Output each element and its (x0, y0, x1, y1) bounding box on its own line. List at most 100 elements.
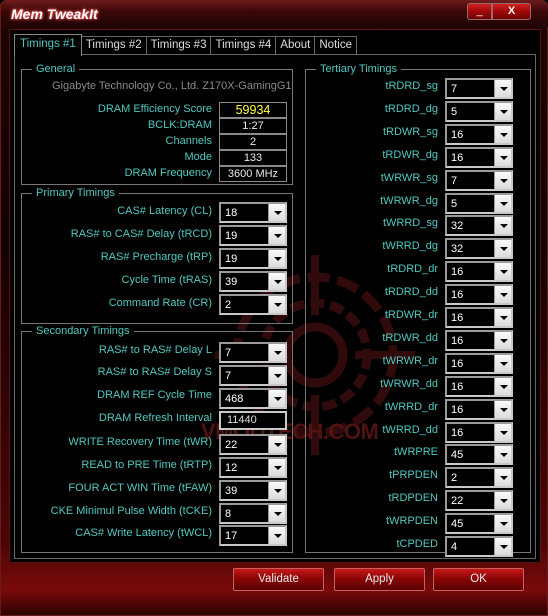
rrd-s-label: RAS# to RAS# Delay S (97, 366, 212, 378)
cas-latency-dropdown[interactable]: 18 (219, 202, 287, 223)
chevron-down-icon[interactable] (494, 446, 511, 464)
chevron-down-icon[interactable] (268, 482, 285, 499)
chevron-down-icon[interactable] (494, 263, 511, 281)
tertiary-timing-dropdown[interactable]: 16 (445, 398, 513, 420)
tertiary-timing-dropdown[interactable]: 32 (445, 215, 513, 237)
secondary-row: RAS# to RAS# Delay S (22, 363, 212, 383)
tertiary-timing-label: tCPDED (396, 538, 438, 550)
tab-timings-2[interactable]: Timings #2 (81, 36, 147, 55)
twr-dropdown[interactable]: 22 (219, 434, 287, 455)
tertiary-timing-dropdown[interactable]: 16 (445, 375, 513, 397)
tcke-dropdown[interactable]: 8 (219, 503, 287, 524)
tfaw-dropdown[interactable]: 39 (219, 480, 287, 501)
chevron-down-icon[interactable] (494, 309, 511, 326)
chevron-down-icon[interactable] (268, 527, 285, 544)
chevron-down-icon[interactable] (268, 273, 285, 290)
chevron-down-icon[interactable] (494, 240, 511, 258)
chevron-down-icon[interactable] (268, 459, 285, 476)
chevron-down-icon[interactable] (494, 423, 511, 441)
tertiary-timing-dropdown[interactable]: 16 (445, 284, 513, 306)
chevron-down-icon[interactable] (494, 125, 511, 143)
mode-value: 133 (219, 150, 287, 166)
tertiary-timing-dropdown[interactable]: 7 (445, 169, 513, 191)
tab-timings-4[interactable]: Timings #4 (211, 36, 277, 55)
chevron-down-icon[interactable] (494, 400, 511, 418)
trp-dropdown[interactable]: 19 (219, 248, 287, 269)
apply-button[interactable]: Apply (334, 568, 425, 591)
minimize-button[interactable]: _ (467, 3, 492, 20)
trp-label: RAS# Precharge (tRP) (100, 251, 212, 263)
secondary-row: DRAM REF Cycle Time (22, 386, 212, 406)
trcd-dropdown[interactable]: 19 (219, 225, 287, 246)
tab-notice[interactable]: Notice (315, 36, 357, 55)
tertiary-timing-dropdown[interactable]: 16 (445, 329, 513, 351)
tertiary-row: tWRWR_dd (306, 375, 438, 395)
close-button[interactable]: X (492, 3, 531, 20)
chevron-down-icon[interactable] (494, 538, 511, 555)
trp-value: 19 (225, 253, 238, 265)
chevron-down-icon[interactable] (494, 194, 511, 212)
secondary-row: WRITE Recovery Time (tWR) (22, 433, 212, 453)
tab-timings-3[interactable]: Timings #3 (146, 36, 212, 55)
tertiary-timing-dropdown[interactable]: 45 (445, 513, 513, 535)
rrd-l-dropdown[interactable]: 7 (219, 342, 287, 363)
chevron-down-icon[interactable] (494, 102, 511, 120)
tertiary-timing-dropdown[interactable]: 16 (445, 123, 513, 145)
chevron-down-icon[interactable] (494, 331, 511, 349)
tertiary-timing-dropdown[interactable]: 16 (445, 421, 513, 443)
twcl-dropdown[interactable]: 17 (219, 525, 287, 546)
chevron-down-icon[interactable] (494, 492, 511, 510)
chevron-down-icon[interactable] (268, 367, 285, 384)
chevron-down-icon[interactable] (268, 390, 285, 407)
tab-timings-1[interactable]: Timings #1 (14, 34, 82, 56)
tertiary-timing-dropdown[interactable]: 16 (445, 146, 513, 168)
tertiary-timing-dropdown[interactable]: 5 (445, 192, 513, 214)
tertiary-timing-label: tRDWR_sg (382, 125, 438, 138)
tertiary-timing-dropdown[interactable]: 16 (445, 352, 513, 374)
tertiary-timing-dropdown[interactable]: 32 (445, 238, 513, 260)
chevron-down-icon[interactable] (494, 515, 511, 533)
chevron-down-icon[interactable] (494, 80, 511, 97)
chevron-down-icon[interactable] (494, 148, 511, 166)
chevron-down-icon[interactable] (268, 296, 285, 313)
chevron-down-icon[interactable] (494, 354, 511, 372)
trfc-dropdown[interactable]: 468 (219, 388, 287, 409)
tab-about[interactable]: About (276, 36, 316, 55)
tertiary-timing-dropdown[interactable]: 2 (445, 467, 513, 489)
channels-value: 2 (219, 134, 287, 150)
secondary-row: FOUR ACT WIN Time (tFAW) (22, 479, 212, 499)
chevron-down-icon[interactable] (268, 250, 285, 267)
tras-dropdown[interactable]: 39 (219, 271, 287, 292)
chevron-down-icon[interactable] (268, 204, 285, 221)
chevron-down-icon[interactable] (268, 227, 285, 244)
trcd-label: RAS# to CAS# Delay (tRCD) (70, 228, 212, 240)
chevron-down-icon[interactable] (494, 217, 511, 235)
tertiary-timing-label: tWRWR_dg (380, 194, 438, 207)
title-bar[interactable]: Mem TweakIt _ X (1, 1, 548, 27)
chevron-down-icon[interactable] (494, 286, 511, 304)
primary-row: Command Rate (CR) (22, 294, 212, 314)
ok-button[interactable]: OK (433, 568, 524, 591)
tertiary-timing-dropdown[interactable]: 7 (445, 78, 513, 99)
tertiary-timing-dropdown[interactable]: 16 (445, 307, 513, 328)
chevron-down-icon[interactable] (494, 469, 511, 487)
chevron-down-icon[interactable] (494, 377, 511, 395)
tertiary-timing-dropdown[interactable]: 45 (445, 444, 513, 466)
tertiary-timing-label: tWRPRE (394, 446, 438, 459)
tertiary-timing-label: tRDRD_sg (385, 80, 438, 92)
command-rate-dropdown[interactable]: 2 (219, 294, 287, 315)
trtp-dropdown[interactable]: 12 (219, 457, 287, 478)
tertiary-timing-dropdown[interactable]: 4 (445, 536, 513, 557)
validate-button[interactable]: Validate (233, 568, 324, 591)
chevron-down-icon[interactable] (268, 505, 285, 522)
trfc-label: DRAM REF Cycle Time (97, 389, 212, 401)
tertiary-timing-value: 16 (451, 151, 464, 164)
chevron-down-icon[interactable] (268, 436, 285, 453)
tertiary-timing-dropdown[interactable]: 5 (445, 100, 513, 122)
chevron-down-icon[interactable] (268, 344, 285, 361)
chevron-down-icon[interactable] (494, 171, 511, 189)
dram-frequency-value: 3600 MHz (219, 166, 287, 182)
rrd-s-dropdown[interactable]: 7 (219, 365, 287, 386)
tertiary-timing-dropdown[interactable]: 16 (445, 261, 513, 283)
tertiary-timing-dropdown[interactable]: 22 (445, 490, 513, 512)
